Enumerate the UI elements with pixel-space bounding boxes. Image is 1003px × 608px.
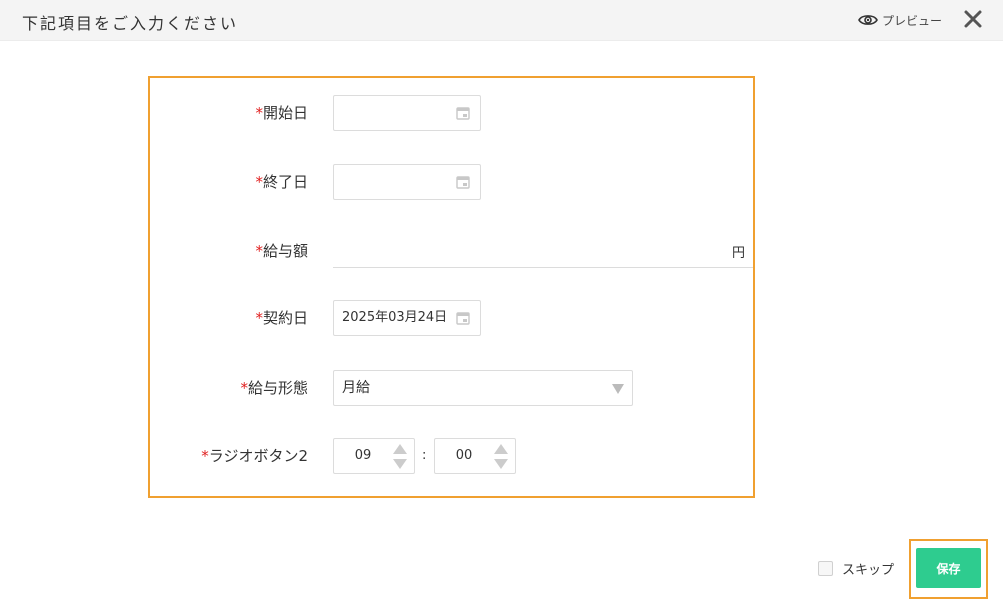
close-icon xyxy=(964,10,982,28)
close-button[interactable] xyxy=(962,8,984,30)
preview-label: プレビュー xyxy=(882,13,943,28)
end-date-input[interactable] xyxy=(333,164,481,200)
skip-checkbox[interactable] xyxy=(818,561,833,576)
preview-button[interactable]: プレビュー xyxy=(858,11,942,29)
calendar-icon xyxy=(456,176,470,189)
hour-value: 09 xyxy=(354,448,372,463)
field-label-salary-type: *給与形態 xyxy=(240,379,308,397)
dialog-title: 下記項目をご入力ください xyxy=(22,14,239,33)
save-button[interactable]: 保存 xyxy=(916,548,981,588)
dropdown-arrow-icon xyxy=(612,384,624,394)
salary-amount-input[interactable]: 円 xyxy=(333,234,753,268)
field-label-contract-date: *契約日 xyxy=(255,309,308,327)
required-mark: * xyxy=(201,447,209,465)
required-mark: * xyxy=(255,173,263,191)
decrement-arrow-icon[interactable] xyxy=(494,459,508,469)
dialog-header: 下記項目をご入力ください プレビュー xyxy=(0,0,1003,41)
minute-stepper[interactable]: 00 xyxy=(434,438,516,474)
contract-date-input[interactable]: 2025年03月24日 xyxy=(333,300,481,336)
required-mark: * xyxy=(255,309,263,327)
salary-type-select[interactable]: 月給 xyxy=(333,370,633,406)
start-date-input[interactable] xyxy=(333,95,481,131)
currency-unit: 円 xyxy=(731,246,745,261)
field-label-start-date: *開始日 xyxy=(255,104,308,122)
hour-stepper[interactable]: 09 xyxy=(333,438,415,474)
field-label-radio-button-2: *ラジオボタン2 xyxy=(201,447,308,465)
skip-option[interactable]: スキップ xyxy=(818,559,894,578)
contract-date-value: 2025年03月24日 xyxy=(342,310,448,325)
required-mark: * xyxy=(255,104,263,122)
required-mark: * xyxy=(255,242,263,260)
increment-arrow-icon[interactable] xyxy=(393,444,407,454)
eye-icon xyxy=(858,15,878,25)
skip-label: スキップ xyxy=(842,563,895,578)
field-label-end-date: *終了日 xyxy=(255,173,308,191)
calendar-icon xyxy=(456,107,470,120)
time-separator: : xyxy=(422,448,427,463)
form-panel: *開始日 *終了日 *給与額 円 *契約日 2025年03月24日 *給与形態 … xyxy=(148,76,755,498)
required-mark: * xyxy=(240,379,248,397)
salary-type-value: 月給 xyxy=(342,380,370,396)
minute-value: 00 xyxy=(455,448,473,463)
field-label-salary-amount: *給与額 xyxy=(255,242,308,260)
decrement-arrow-icon[interactable] xyxy=(393,459,407,469)
calendar-icon xyxy=(456,312,470,325)
increment-arrow-icon[interactable] xyxy=(494,444,508,454)
save-button-highlight: 保存 xyxy=(909,539,988,599)
